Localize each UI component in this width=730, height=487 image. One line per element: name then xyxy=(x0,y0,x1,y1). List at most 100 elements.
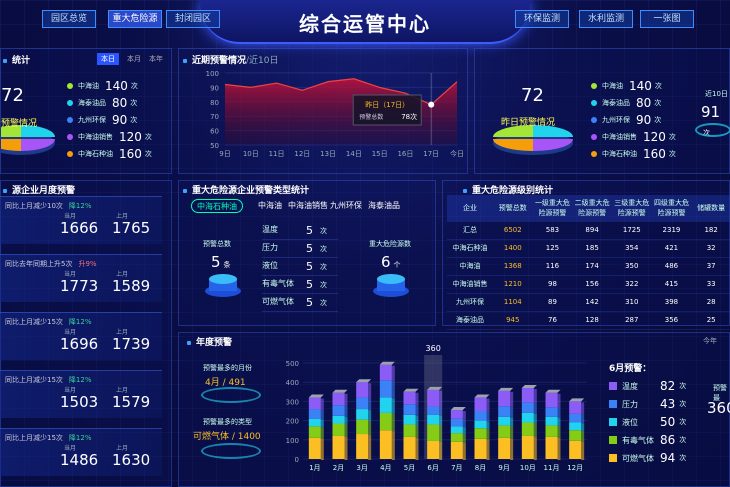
table-cell: 25 xyxy=(691,311,730,330)
nav-button-environment[interactable]: 环保监测 xyxy=(515,10,569,28)
table-cell: 汇总 xyxy=(447,221,493,240)
monthly-card-prev-value: 1579 xyxy=(112,393,151,411)
right-legend-item-3: 中海油销售 120 次 xyxy=(591,130,676,144)
monthly-card-cur-value: 1666 xyxy=(60,219,99,237)
annual-bar-segment xyxy=(545,416,558,426)
trend-y-tick: 70 xyxy=(210,113,219,121)
annual-bar-side xyxy=(510,407,514,418)
june-row-value: 94 xyxy=(660,451,676,465)
table-row: 中海油销售 1210 98 156 322 415 33 xyxy=(447,275,730,294)
left-legend-item-4: 中海石种油 160 次 xyxy=(67,147,152,161)
types-source-value: 6个 xyxy=(381,253,401,271)
june-row: 有毒气体 86 次 xyxy=(609,433,686,447)
june-row-unit: 次 xyxy=(679,418,687,426)
annual-bar-side xyxy=(439,407,443,416)
annual-bar-segment xyxy=(545,407,558,417)
annual-bar-side xyxy=(415,405,419,416)
table-cell: 1725 xyxy=(611,221,652,240)
annual-bar-segment xyxy=(308,418,321,427)
annual-bar-segment xyxy=(332,392,345,406)
annual-bar-side xyxy=(344,406,348,417)
annual-bar-chart: 500 400 300 200 100 0 1月 2月 3月 4月 5月 360 6月 7月 8月 9月 10月… xyxy=(286,344,587,472)
levels-panel: 重大危险源级别统计 企业 预警总数 一级重大危险源预警 二级重大危险源预警 三级重大危险… xyxy=(442,180,730,330)
annual-bar-side xyxy=(462,434,466,443)
nav-button-closed-park[interactable]: 封闭园区 xyxy=(166,10,220,28)
table-cell: 116 xyxy=(532,257,573,276)
annual-bar-segment xyxy=(498,425,511,438)
june-row-label: 温度 xyxy=(622,381,638,391)
monthly-card-cur-value: 1696 xyxy=(60,335,99,353)
table-cell: 33 xyxy=(691,275,730,294)
tab-today[interactable]: 本日 xyxy=(97,53,119,65)
annual-bar-segment xyxy=(427,424,440,441)
type-row-label: 液位 xyxy=(262,261,278,270)
right-legend-item-4: 中海石种油 160 次 xyxy=(591,147,676,161)
table-cell: 185 xyxy=(572,239,612,258)
annual-y-tick: 100 xyxy=(286,437,299,445)
table-cell: 287 xyxy=(611,311,652,330)
tab-month[interactable]: 本月 xyxy=(123,53,145,65)
june-row-swatch xyxy=(609,400,617,408)
june-row-unit: 次 xyxy=(679,454,687,462)
june-title: 6月预警： xyxy=(609,364,652,374)
annual-x-label: 11月 xyxy=(544,464,560,472)
tab-company-0[interactable]: 中海石种油 xyxy=(191,199,243,213)
table-cell: 32 xyxy=(691,239,730,258)
annual-highlight-label: 360 xyxy=(426,344,441,353)
nav-button-park-overview[interactable]: 园区总览 xyxy=(42,10,96,28)
nav-button-water[interactable]: 水利监测 xyxy=(579,10,633,28)
levels-header-cell: 一级重大危险源预警 xyxy=(532,195,573,222)
tab-company-1[interactable]: 中海油 xyxy=(253,199,287,213)
annual-bar-segment xyxy=(498,437,511,459)
type-row-unit: 次 xyxy=(320,245,327,253)
annual-y-tick: 300 xyxy=(286,398,299,406)
tab-company-3[interactable]: 九州环保 xyxy=(325,199,367,213)
annual-bar-segment xyxy=(521,422,534,436)
annual-bar-side xyxy=(533,423,537,437)
type-row-label: 可燃气体 xyxy=(262,297,294,306)
annual-x-label: 2月 xyxy=(333,464,344,472)
table-row: 汇总 6502 583 894 1725 2319 182 xyxy=(447,221,730,240)
annual-bar-segment xyxy=(332,435,345,459)
annual-bar-segment xyxy=(427,414,440,425)
tab-this-year[interactable]: 今年 xyxy=(699,335,721,347)
left-pie-caption: 预警情况 xyxy=(1,119,38,129)
monthly-card-cur-value: 1773 xyxy=(60,277,99,295)
table-cell: 398 xyxy=(651,293,692,312)
monthly-card: 同比去年同期上升5次 升9% 当月 上月 1773 1589 xyxy=(0,254,162,302)
max-month-label: 预警最多的月份 xyxy=(203,364,252,372)
nav-button-one-map[interactable]: 一张图 xyxy=(640,10,694,28)
types-source-pedestal xyxy=(373,274,409,297)
annual-bar-side xyxy=(557,393,561,409)
nav-button-major-hazard[interactable]: 重大危险源 xyxy=(108,10,162,28)
levels-header-cell: 预警总数 xyxy=(492,195,533,222)
june-row-value: 43 xyxy=(660,397,676,411)
annual-bar-cap xyxy=(379,361,395,365)
annual-bar-side xyxy=(462,427,466,435)
table-cell: 894 xyxy=(572,221,612,240)
table-cell: 1104 xyxy=(492,293,533,312)
trend-x-label: 12日 xyxy=(294,150,310,158)
type-row: 液位 5 次 xyxy=(262,260,338,276)
max-month-ring xyxy=(201,387,261,403)
annual-x-label: 10月 xyxy=(520,464,536,472)
table-cell: 322 xyxy=(611,275,652,294)
annual-bar-segment xyxy=(308,397,321,410)
right-stats-panel: 72 昨日预警情况 中海油 140 次 海泰油品 80 次 九州环保 90 次 中海油销售 1… xyxy=(474,48,730,174)
monthly-card-cur-value: 1486 xyxy=(60,451,99,469)
annual-bar-side xyxy=(510,438,514,460)
table-cell: 354 xyxy=(611,239,652,258)
annual-bar-side xyxy=(368,383,372,399)
june-row: 温度 82 次 xyxy=(609,379,686,393)
tab-company-4[interactable]: 海泰油品 xyxy=(363,199,405,213)
levels-header-cell: 企业 xyxy=(447,195,493,222)
annual-x-label: 3月 xyxy=(356,464,367,472)
annual-x-label: 6月 xyxy=(427,464,438,472)
annual-bar-side xyxy=(344,424,348,437)
table-cell: 421 xyxy=(651,239,692,258)
tab-year[interactable]: 本年 xyxy=(145,53,167,65)
type-row: 温度 5 次 xyxy=(262,224,338,240)
annual-bar-segment xyxy=(403,391,416,405)
table-cell: 九州环保 xyxy=(447,293,493,312)
annual-x-label: 12月 xyxy=(567,464,583,472)
